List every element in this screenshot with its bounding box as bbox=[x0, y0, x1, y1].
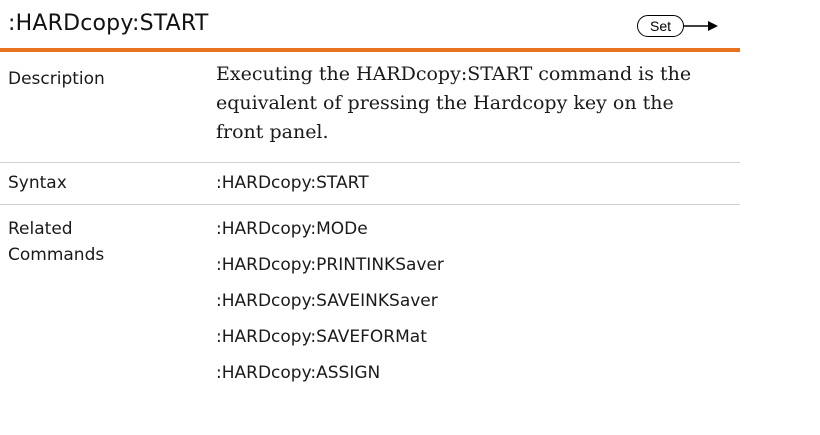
syntax-row: Syntax :HARDcopy:START bbox=[0, 163, 740, 205]
related-command-item: :HARDcopy:SAVEFORMat bbox=[216, 327, 427, 347]
command-reference-page: :HARDcopy:START Set Description Executin… bbox=[0, 0, 740, 435]
related-command-item: :HARDcopy:SAVEINKSaver bbox=[216, 291, 438, 311]
description-content: Executing the HARDcopy:START command is … bbox=[216, 52, 740, 147]
related-command-item: :HARDcopy:MODe bbox=[216, 219, 368, 239]
set-badge-label: Set bbox=[637, 15, 685, 37]
related-label-line1: Related bbox=[8, 219, 73, 239]
related-command-item: :HARDcopy:PRINTINKSaver bbox=[216, 255, 444, 275]
related-commands-list: :HARDcopy:MODe :HARDcopy:PRINTINKSaver :… bbox=[216, 205, 740, 396]
related-command-item: :HARDcopy:ASSIGN bbox=[216, 363, 381, 383]
description-label: Description bbox=[8, 69, 105, 89]
related-commands-label: Related Commands bbox=[8, 216, 104, 268]
related-commands-content: :HARDcopy:MODe :HARDcopy:PRINTINKSaver :… bbox=[216, 205, 740, 396]
description-text: Executing the HARDcopy:START command is … bbox=[216, 63, 692, 143]
command-header: :HARDcopy:START Set bbox=[0, 0, 740, 48]
command-title: :HARDcopy:START bbox=[8, 11, 209, 36]
arrow-right-icon bbox=[684, 21, 719, 31]
set-command-badge: Set bbox=[637, 15, 720, 37]
related-commands-row: Related Commands :HARDcopy:MODe :HARDcop… bbox=[0, 205, 740, 435]
description-row: Description Executing the HARDcopy:START… bbox=[0, 52, 740, 163]
syntax-label: Syntax bbox=[8, 173, 67, 193]
syntax-value: :HARDcopy:START bbox=[216, 173, 369, 193]
related-label-line2: Commands bbox=[8, 245, 105, 265]
